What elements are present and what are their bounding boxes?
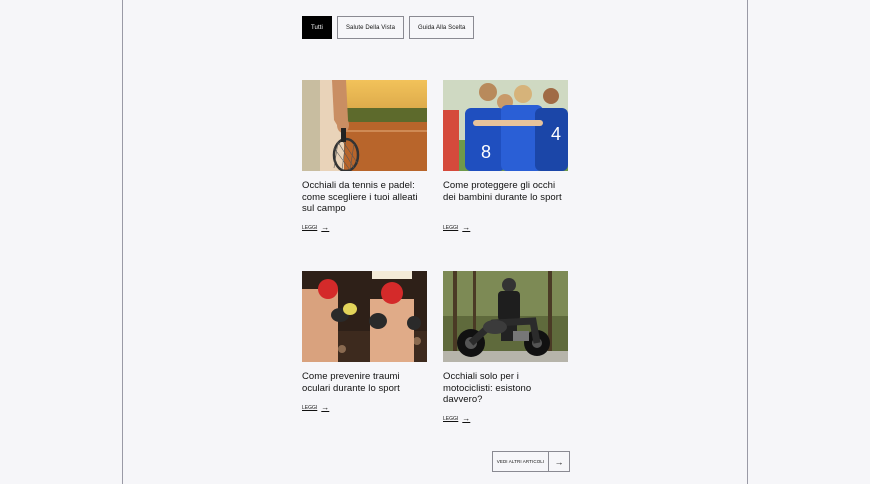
right-frame-line [747, 0, 748, 484]
filter-guida-button[interactable]: Guida Alla Scelta [409, 16, 475, 39]
left-frame-line [122, 0, 123, 484]
see-more-label: VEDI ALTRI ARTICOLI [493, 452, 549, 471]
article-card: Occhiali da tennis e padel: come sceglie… [302, 80, 427, 232]
article-card: 8 4 Come proteggere gli occhi dei bambin… [443, 80, 568, 232]
article-title[interactable]: Come proteggere gli occhi dei bambini du… [443, 180, 568, 203]
motorcyclist-photo[interactable] [443, 271, 568, 362]
filter-tutti-button[interactable]: Tutti [302, 16, 332, 39]
filter-salute-button[interactable]: Salute Della Vista [336, 16, 405, 39]
read-more-link[interactable]: LEGGI → [443, 415, 470, 423]
svg-text:4: 4 [551, 124, 561, 144]
article-title[interactable]: Come prevenire traumi oculari durante lo… [302, 371, 427, 394]
category-filters: Tutti Salute Della Vista Guida Alla Scel… [302, 16, 475, 39]
read-more-link[interactable]: LEGGI → [302, 404, 329, 412]
article-card: Occhiali solo per i motociclisti: esisto… [443, 271, 568, 423]
article-title[interactable]: Occhiali solo per i motociclisti: esisto… [443, 371, 568, 406]
article-card: Come prevenire traumi oculari durante lo… [302, 271, 427, 412]
arrow-right-icon: → [321, 223, 330, 232]
boxing-match-photo[interactable] [302, 271, 427, 362]
article-title[interactable]: Occhiali da tennis e padel: come sceglie… [302, 180, 427, 215]
see-more-articles-button[interactable]: VEDI ALTRI ARTICOLI → [492, 451, 570, 472]
arrow-right-icon: → [462, 414, 471, 423]
kids-team-huddle-photo[interactable]: 8 4 [443, 80, 568, 171]
read-more-link[interactable]: LEGGI → [302, 224, 329, 232]
arrow-right-icon: → [462, 223, 471, 232]
arrow-right-icon: → [321, 403, 330, 412]
tennis-racket-photo[interactable] [302, 80, 427, 171]
read-more-link[interactable]: LEGGI → [443, 224, 470, 232]
svg-text:8: 8 [481, 142, 491, 162]
arrow-right-icon: → [554, 456, 564, 467]
